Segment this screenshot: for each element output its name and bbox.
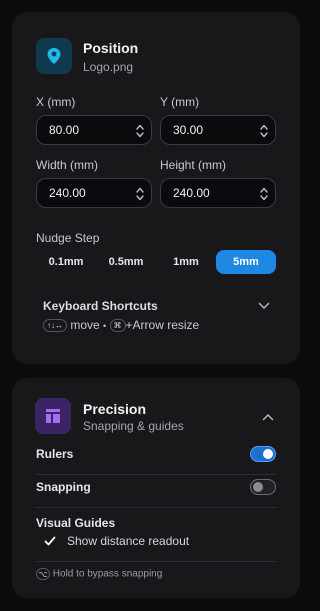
divider (36, 507, 276, 508)
chevron-up-icon[interactable] (262, 413, 274, 421)
y-field[interactable]: 30.00 (160, 115, 276, 145)
keyboard-shortcuts-header[interactable]: Keyboard Shortcuts (34, 298, 278, 314)
command-key-badge: ⌘ (109, 319, 126, 333)
keyboard-shortcuts-section: Keyboard Shortcuts ↑↓↔ move • ⌘ +Arrow re… (34, 292, 278, 340)
width-label: Width (mm) (36, 158, 98, 172)
nudge-option-0-5mm[interactable]: 0.5mm (96, 250, 156, 274)
height-field[interactable]: 240.00 (160, 178, 276, 208)
x-label: X (mm) (36, 95, 76, 109)
snapping-toggle[interactable] (250, 479, 276, 495)
bypass-hint-label: Hold to bypass snapping (52, 568, 163, 580)
precision-title: Precision (83, 401, 147, 417)
height-value: 240.00 (173, 186, 210, 200)
precision-subtitle: Snapping & guides (83, 419, 184, 433)
checkmark-icon[interactable] (44, 535, 56, 547)
shortcut-line: ↑↓↔ move • ⌘ +Arrow resize (43, 318, 200, 333)
nudge-option-1mm[interactable]: 1mm (156, 250, 216, 274)
resize-label: +Arrow resize (125, 318, 200, 332)
y-value: 30.00 (173, 123, 204, 137)
nudge-option-0-1mm[interactable]: 0.1mm (36, 250, 96, 274)
width-value: 240.00 (49, 186, 86, 200)
x-field[interactable]: 80.00 (36, 115, 152, 145)
toggle-knob (263, 449, 273, 459)
stepper-icon[interactable] (135, 186, 145, 202)
shortcut-separator: • (103, 321, 107, 331)
height-label: Height (mm) (160, 158, 227, 172)
keyboard-shortcuts-title: Keyboard Shortcuts (43, 299, 158, 313)
stepper-icon[interactable] (135, 123, 145, 139)
move-label: move (70, 318, 100, 332)
precision-panel: Precision Snapping & guides Rulers Snapp… (12, 378, 300, 598)
option-key-badge: ⌥ (36, 568, 50, 580)
show-distance-readout-option[interactable]: Show distance readout (44, 533, 244, 549)
stepper-icon[interactable] (259, 123, 269, 139)
position-title: Position (83, 40, 139, 56)
nudge-step-segmented: 0.1mm 0.5mm 1mm 5mm (36, 250, 276, 274)
nudge-label: Nudge Step (36, 231, 100, 245)
position-panel: Position Logo.png X (mm) Y (mm) 80.00 30… (12, 12, 300, 364)
position-subtitle: Logo.png (83, 60, 134, 74)
divider (36, 474, 276, 475)
divider (36, 561, 276, 562)
rulers-toggle[interactable] (250, 446, 276, 462)
stepper-icon[interactable] (259, 186, 269, 202)
snapping-label: Snapping (36, 480, 91, 494)
toggle-knob (253, 482, 263, 492)
nudge-option-5mm[interactable]: 5mm (216, 250, 276, 274)
bypass-hint: ⌥ Hold to bypass snapping (36, 568, 162, 580)
arrow-keys-badge: ↑↓↔ (43, 319, 67, 333)
rulers-label: Rulers (36, 447, 74, 461)
width-field[interactable]: 240.00 (36, 178, 152, 208)
x-value: 80.00 (49, 123, 80, 137)
chevron-down-icon (258, 302, 270, 309)
y-label: Y (mm) (160, 95, 200, 109)
map-pin-icon (36, 38, 72, 74)
layout-icon (35, 398, 71, 434)
show-distance-readout-label: Show distance readout (67, 534, 190, 548)
visual-guides-label: Visual Guides (36, 516, 116, 530)
